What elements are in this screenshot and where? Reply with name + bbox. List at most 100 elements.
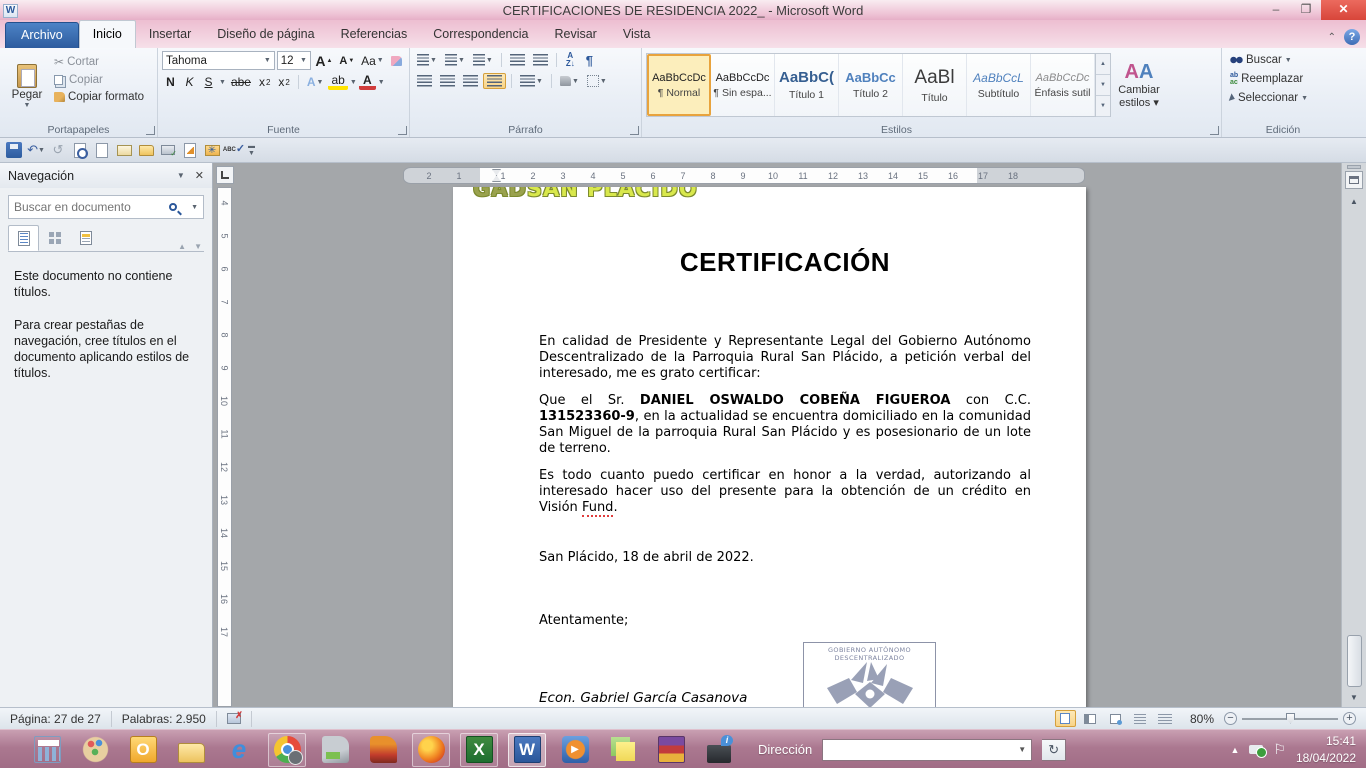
underline-button[interactable]: S [200, 74, 217, 90]
taskbar-nero-icon[interactable] [364, 733, 402, 767]
font-color-button[interactable]: A [359, 74, 376, 90]
search-options-icon[interactable]: ▼ [191, 204, 198, 211]
page-indicator[interactable]: Página: 27 de 27 [0, 711, 112, 727]
clipboard-dialog-launcher[interactable] [146, 126, 155, 135]
print-layout-view-button[interactable] [1055, 710, 1076, 727]
save-icon[interactable] [6, 142, 22, 158]
select-button[interactable]: Seleccionar▼ [1226, 90, 1340, 106]
nav-tab-pages[interactable] [39, 225, 70, 251]
search-icon[interactable] [169, 203, 177, 211]
format-painter-button[interactable]: Copiar formato [50, 89, 148, 105]
numbering-button[interactable]: ▼ [442, 53, 468, 67]
web-layout-view-button[interactable] [1105, 710, 1126, 727]
zoom-level[interactable]: 80% [1190, 712, 1214, 726]
multilevel-list-button[interactable]: ▼ [470, 53, 496, 67]
outline-view-button[interactable] [1130, 710, 1151, 727]
tab-archivo[interactable]: Archivo [5, 22, 79, 48]
taskbar-clock[interactable]: 15:41 18/04/2022 [1296, 733, 1356, 765]
search-input[interactable] [14, 200, 169, 214]
spellcheck-status[interactable] [217, 711, 252, 727]
scroll-down-icon[interactable]: ▼ [1346, 689, 1363, 705]
tab-inicio[interactable]: Inicio [79, 20, 136, 48]
tab-correspondencia[interactable]: Correspondencia [420, 21, 541, 48]
taskbar-explorer-icon[interactable] [172, 733, 210, 767]
style-sin-espaciado[interactable]: AaBbCcDc¶ Sin espa... [711, 54, 775, 116]
open-folder-icon[interactable] [139, 145, 154, 156]
scrollbar-track[interactable] [1346, 209, 1363, 689]
show-hidden-icons[interactable]: ▲ [1230, 745, 1239, 755]
style-titulo1[interactable]: AaBbC(Título 1 [775, 54, 839, 116]
zoom-out-icon[interactable]: − [1224, 712, 1237, 725]
address-bar[interactable]: ▼ [822, 739, 1032, 761]
next-result-icon[interactable]: ▼ [194, 242, 202, 251]
spelling-icon[interactable]: ABC✓ [226, 142, 242, 158]
taskbar-paint-icon[interactable] [76, 733, 114, 767]
previous-result-icon[interactable]: ▲ [178, 242, 186, 251]
envelope-icon[interactable] [117, 145, 132, 156]
italic-button[interactable]: K [181, 74, 198, 90]
zoom-in-icon[interactable]: + [1343, 712, 1356, 725]
font-size-combo[interactable]: 12▼ [277, 51, 311, 70]
align-right-button[interactable] [460, 74, 481, 88]
bold-button[interactable]: N [162, 74, 179, 90]
styles-more-button[interactable]: ▼ [1096, 96, 1110, 117]
nav-tab-headings[interactable] [8, 225, 39, 251]
font-dialog-launcher[interactable] [398, 126, 407, 135]
tab-revisar[interactable]: Revisar [541, 21, 609, 48]
strikethrough-button[interactable]: abe [228, 74, 254, 90]
zoom-slider[interactable] [1242, 718, 1338, 720]
minimize-ribbon-icon[interactable]: ⌃ [1328, 32, 1336, 43]
document-search-box[interactable]: ▼ [8, 195, 204, 219]
text-effects-button[interactable]: A▼ [304, 74, 327, 90]
usb-tray-icon[interactable] [1249, 745, 1263, 754]
minimize-button[interactable]: – [1261, 0, 1291, 20]
paragraph-dialog-launcher[interactable] [630, 126, 639, 135]
split-handle[interactable] [1347, 165, 1361, 169]
taskbar-excel-icon[interactable]: X [460, 733, 498, 767]
highlight-button[interactable]: ab [328, 74, 347, 90]
style-enfasis-sutil[interactable]: AaBbCcDcÉnfasis sutil [1031, 54, 1095, 116]
draft-view-button[interactable] [1155, 710, 1176, 727]
address-dropdown-icon[interactable]: ▼ [1013, 745, 1031, 754]
print-preview-icon[interactable] [74, 143, 86, 158]
edit-document-icon[interactable] [184, 143, 196, 158]
grow-font-button[interactable]: A▲ [313, 52, 335, 70]
justify-button[interactable] [483, 73, 506, 89]
taskbar-printer-icon[interactable] [700, 733, 738, 767]
tab-diseno[interactable]: Diseño de página [204, 21, 327, 48]
tab-insertar[interactable]: Insertar [136, 21, 204, 48]
taskbar-word-icon[interactable]: W [508, 733, 546, 767]
taskbar-internet-explorer-icon[interactable]: e [220, 733, 258, 767]
undo-icon[interactable]: ↶▼ [28, 142, 44, 158]
shading-button[interactable]: ▼ [557, 75, 582, 87]
taskbar-scanner-icon[interactable] [316, 733, 354, 767]
ruler-toggle-button[interactable] [1345, 171, 1363, 189]
taskbar-outlook-icon[interactable]: O [124, 733, 162, 767]
taskbar-media-player-icon[interactable] [556, 733, 594, 767]
subscript-button[interactable]: x2 [256, 74, 273, 90]
folder-options-icon[interactable]: ✳ [205, 145, 220, 156]
navigation-close-icon[interactable]: ✕ [195, 169, 204, 182]
font-family-combo[interactable]: Tahoma▼ [162, 51, 275, 70]
close-button[interactable]: ✕ [1321, 0, 1366, 20]
style-normal[interactable]: AaBbCcDc¶ Normal [647, 54, 711, 116]
scroll-up-icon[interactable]: ▲ [1346, 193, 1363, 209]
tab-selector[interactable] [216, 166, 234, 184]
zoom-slider-thumb[interactable] [1286, 713, 1295, 724]
replace-button[interactable]: abacReemplazar [1226, 70, 1340, 88]
shrink-font-button[interactable]: A▼ [337, 54, 357, 68]
styles-scroll-down[interactable]: ▼ [1096, 75, 1110, 96]
word-count[interactable]: Palabras: 2.950 [112, 711, 217, 727]
taskbar-winrar-icon[interactable] [652, 733, 690, 767]
cut-button[interactable]: ✂Cortar [50, 53, 148, 71]
quick-print-icon[interactable] [161, 145, 175, 155]
change-styles-button[interactable]: AA Cambiarestilos ▾ [1111, 51, 1167, 121]
styles-dialog-launcher[interactable] [1210, 126, 1219, 135]
taskbar-sticky-notes-icon[interactable] [604, 733, 642, 767]
scrollbar-thumb[interactable] [1347, 635, 1362, 687]
tab-referencias[interactable]: Referencias [328, 21, 421, 48]
new-document-icon[interactable] [96, 143, 108, 158]
style-titulo2[interactable]: AaBbCcTítulo 2 [839, 54, 903, 116]
decrease-indent-button[interactable] [507, 53, 528, 67]
line-spacing-button[interactable]: ▼ [517, 74, 546, 88]
